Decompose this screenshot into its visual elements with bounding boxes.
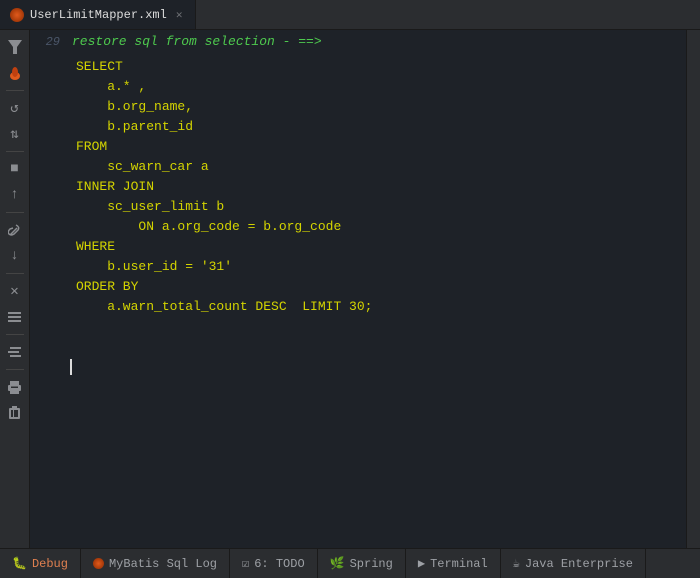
code-line-userid: b.user_id = '31' <box>30 257 686 277</box>
java-enterprise-icon: ☕ <box>513 556 520 571</box>
code-line-limit: a.warn_total_count DESC LIMIT 30; <box>30 297 686 317</box>
toolbar-divider-5 <box>6 334 24 335</box>
spring-tab[interactable]: 🌿 Spring <box>318 549 406 578</box>
delete-button[interactable] <box>4 402 26 424</box>
tab-mybatis-icon <box>10 8 24 22</box>
sort-button[interactable]: ⇅ <box>4 123 26 145</box>
toolbar-divider-6 <box>6 369 24 370</box>
tab-close-button[interactable]: ✕ <box>173 7 186 23</box>
list-button[interactable] <box>4 306 26 328</box>
restore-bar: 29 restore sql from selection - ==> <box>30 30 686 53</box>
down-button[interactable]: ↓ <box>4 245 26 267</box>
close-button[interactable]: ✕ <box>4 280 26 302</box>
spring-label: Spring <box>350 557 393 571</box>
java-enterprise-tab[interactable]: ☕ Java Enterprise <box>501 549 646 578</box>
restore-text: restore sql from selection - ==> <box>72 34 322 49</box>
mybatis-sql-log-tab[interactable]: MyBatis Sql Log <box>81 549 230 578</box>
terminal-label: Terminal <box>430 557 488 571</box>
mybatis-sql-log-label: MyBatis Sql Log <box>109 557 217 571</box>
active-tab[interactable]: UserLimitMapper.xml ✕ <box>0 0 196 29</box>
terminal-icon: ▶ <box>418 556 425 571</box>
todo-icon: ☑ <box>242 556 249 571</box>
toolbar-divider-2 <box>6 151 24 152</box>
code-line-on: ON a.org_code = b.org_code <box>30 217 686 237</box>
main-area: ↺ ⇅ ■ ↑ ↓ ✕ 29 restore sql from selec <box>0 30 700 548</box>
empty-line-1 <box>30 317 686 337</box>
code-line-select: SELECT <box>30 57 686 77</box>
empty-line-2 <box>30 337 686 357</box>
bottom-toolbar: 🐛 Debug MyBatis Sql Log ☑ 6: TODO 🌿 Spri… <box>0 548 700 578</box>
sql-editor[interactable]: 29 restore sql from selection - ==> SELE… <box>30 30 686 548</box>
debug-tab[interactable]: 🐛 Debug <box>0 549 81 578</box>
cursor-line <box>30 357 686 377</box>
code-line-astar: a.* , <box>30 77 686 97</box>
java-enterprise-label: Java Enterprise <box>525 557 633 571</box>
filter-button[interactable] <box>4 36 26 58</box>
up-button[interactable]: ↑ <box>4 184 26 206</box>
toolbar-divider-4 <box>6 273 24 274</box>
stop-button[interactable]: ■ <box>4 158 26 180</box>
wrench-button[interactable] <box>4 219 26 241</box>
todo-tab[interactable]: ☑ 6: TODO <box>230 549 318 578</box>
toolbar-divider-1 <box>6 90 24 91</box>
terminal-tab[interactable]: ▶ Terminal <box>406 549 501 578</box>
code-line-where: WHERE <box>30 237 686 257</box>
debug-label: Debug <box>32 557 68 571</box>
fire-button[interactable] <box>4 62 26 84</box>
print-button[interactable] <box>4 376 26 398</box>
format-button[interactable] <box>4 341 26 363</box>
restore-line-number: 29 <box>38 35 66 49</box>
tab-bar: UserLimitMapper.xml ✕ <box>0 0 700 30</box>
debug-icon: 🐛 <box>12 556 27 571</box>
left-toolbar: ↺ ⇅ ■ ↑ ↓ ✕ <box>0 30 30 548</box>
mybatis-bottom-icon <box>93 558 104 569</box>
sql-code-block: SELECT a.* , b.org_name, b.parent_id FRO… <box>30 53 686 548</box>
todo-label: 6: TODO <box>254 557 304 571</box>
code-line-orderby: ORDER BY <box>30 277 686 297</box>
spring-icon: 🌿 <box>330 556 345 571</box>
refresh-button[interactable]: ↺ <box>4 97 26 119</box>
code-line-from: FROM <box>30 137 686 157</box>
side-strip <box>686 30 700 548</box>
code-line-innerjoin: INNER JOIN <box>30 177 686 197</box>
code-line-borgname: b.org_name, <box>30 97 686 117</box>
text-cursor <box>70 359 72 375</box>
toolbar-divider-3 <box>6 212 24 213</box>
code-line-scwarncar: sc_warn_car a <box>30 157 686 177</box>
tab-title: UserLimitMapper.xml <box>30 8 167 22</box>
code-line-scuserlimit: sc_user_limit b <box>30 197 686 217</box>
code-line-bparentid: b.parent_id <box>30 117 686 137</box>
